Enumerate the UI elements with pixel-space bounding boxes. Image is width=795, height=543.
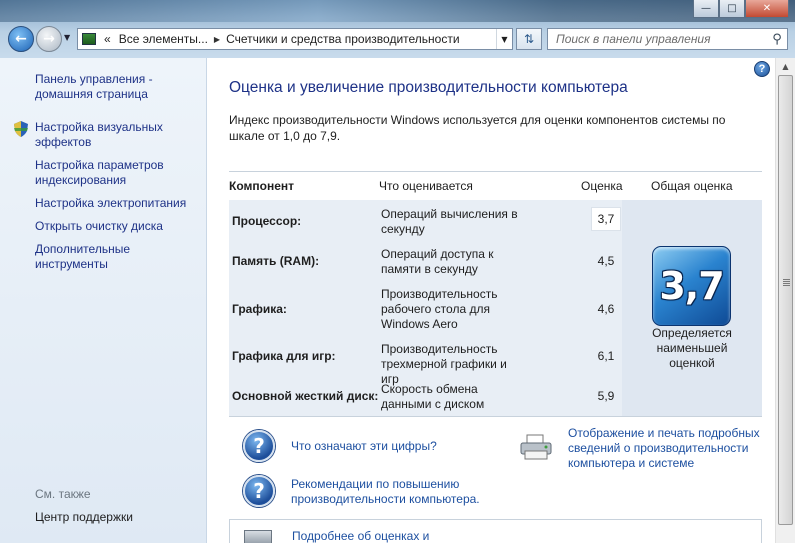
header-overall: Общая оценка <box>651 179 733 193</box>
overall-score-value: 3,7 <box>659 264 724 308</box>
scanner-icon <box>244 530 272 543</box>
table-row-component: Графика: <box>232 302 287 316</box>
breadcrumb-performance[interactable]: Счетчики и средства производительности <box>222 32 463 46</box>
printer-icon <box>520 434 552 460</box>
search-icon[interactable]: ⚲ <box>767 32 787 47</box>
help-question-icon[interactable]: ? <box>243 430 275 462</box>
recommendations-link[interactable]: Рекомендации по повышению производительн… <box>291 477 501 507</box>
table-row-description: Производительность трехмерной графики и … <box>381 342 507 386</box>
table-row-description: Операций вычисления в секунду <box>381 207 518 236</box>
breadcrumb-separator-icon[interactable]: ▶ <box>212 35 222 44</box>
table-row-score: 4,5 <box>597 254 615 268</box>
table-row-score: 4,6 <box>597 302 615 316</box>
sidebar-item-power[interactable]: Настройка электропитания <box>35 196 200 211</box>
scrollbar-thumb[interactable] <box>778 75 793 525</box>
address-dropdown-icon[interactable]: ▼ <box>496 29 512 49</box>
scroll-up-icon[interactable]: ▲ <box>776 58 795 75</box>
sidebar-item-disk-cleanup[interactable]: Открыть очистку диска <box>35 219 200 234</box>
overall-score-badge: 3,7 <box>652 246 731 326</box>
maximize-button[interactable]: □ <box>719 0 745 18</box>
breadcrumb-all-items[interactable]: Все элементы... <box>115 32 212 46</box>
header-score: Оценка <box>581 179 623 193</box>
control-panel-icon <box>82 33 96 45</box>
search-box[interactable]: ⚲ <box>547 28 788 50</box>
table-row-description: Производительность рабочего стола для Wi… <box>381 287 498 331</box>
table-row-score-lowest: 3,7 <box>591 207 621 231</box>
address-bar[interactable]: « Все элементы... ▶ Счетчики и средства … <box>77 28 513 50</box>
table-row-description: Операций доступа к памяти в секунду <box>381 247 494 276</box>
recent-pages-dropdown[interactable]: ▼ <box>64 33 70 42</box>
help-question-icon[interactable]: ? <box>243 475 275 507</box>
score-table-header: Компонент Что оценивается Оценка Общая о… <box>229 171 762 199</box>
table-row-score: 5,9 <box>597 389 615 403</box>
close-button[interactable]: ✕ <box>745 0 789 18</box>
uac-shield-icon <box>14 121 28 137</box>
table-row-component: Память (RAM): <box>232 254 320 268</box>
breadcrumb-overflow[interactable]: « <box>100 32 115 46</box>
back-button[interactable]: ← <box>8 26 34 52</box>
sidebar-item-advanced-tools[interactable]: Дополнительные инструменты <box>35 242 200 272</box>
table-row-component: Процессор: <box>232 214 302 228</box>
vertical-scrollbar[interactable]: ▲ <box>775 58 795 543</box>
header-rated: Что оценивается <box>379 179 473 193</box>
minimize-button[interactable]: — <box>693 0 719 18</box>
page-title: Оценка и увеличение производительности к… <box>229 79 628 96</box>
search-input[interactable] <box>548 30 767 48</box>
print-details-link[interactable]: Отображение и печать подробных сведений … <box>568 426 764 471</box>
window-titlebar: — □ ✕ ← → ▼ « Все элементы... ▶ Счетчики… <box>0 0 795 58</box>
forward-button[interactable]: → <box>36 26 62 52</box>
support-center-link[interactable]: Центр поддержки <box>35 510 133 524</box>
what-numbers-link[interactable]: Что означают эти цифры? <box>291 439 437 454</box>
table-row-description: Скорость обмена данными с диском <box>381 382 485 411</box>
refresh-button[interactable]: ⇅ <box>516 28 542 50</box>
help-icon[interactable]: ? <box>754 61 770 77</box>
window-controls: — □ ✕ <box>693 0 789 18</box>
header-component: Компонент <box>229 179 294 193</box>
more-about-link[interactable]: Подробнее об оценках и <box>292 529 429 543</box>
table-row-component: Графика для игр: <box>232 349 336 363</box>
sidebar-item-indexing[interactable]: Настройка параметров индексирования <box>35 158 200 188</box>
overall-score-note: Определяется наименьшей оценкой <box>652 326 732 370</box>
table-row-score: 6,1 <box>597 349 615 363</box>
sidebar-item-home[interactable]: Панель управления - домашняя страница <box>35 72 200 102</box>
sidebar-item-visual-effects[interactable]: Настройка визуальных эффектов <box>35 120 200 150</box>
table-row-component: Основной жесткий диск: <box>232 389 379 403</box>
intro-text: Индекс производительности Windows исполь… <box>229 113 726 143</box>
see-also-heading: См. также <box>35 487 91 501</box>
scrollbar-grip-icon <box>783 279 790 286</box>
